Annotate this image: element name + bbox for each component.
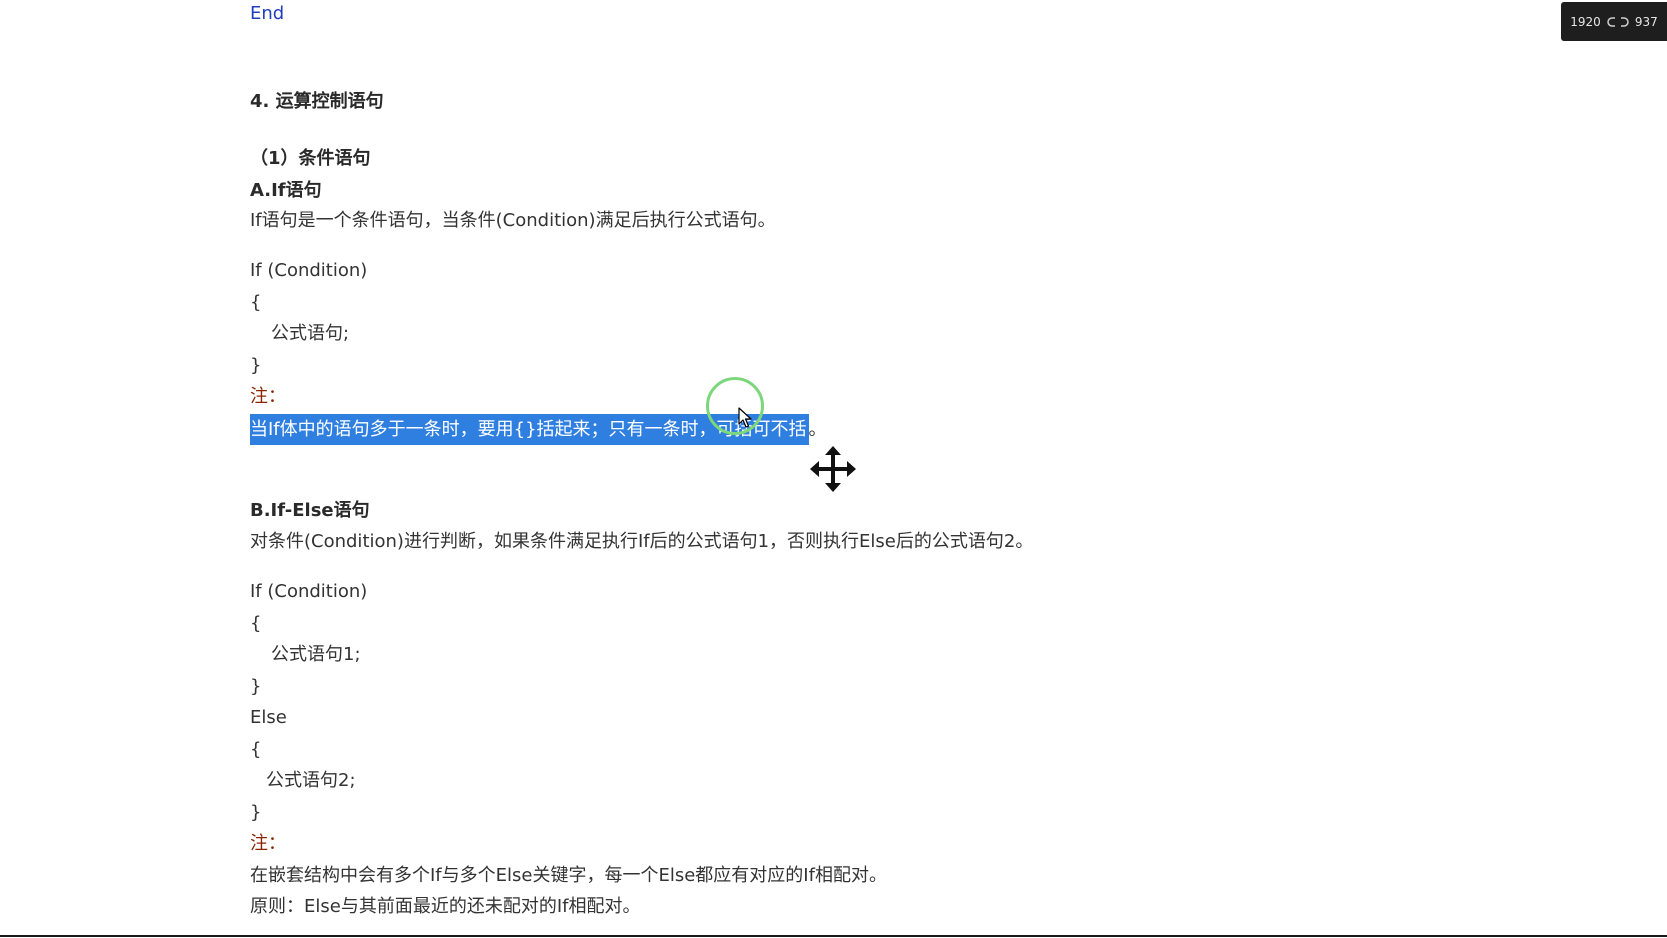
code-line: } bbox=[250, 676, 262, 697]
note-text: 在嵌套结构中会有多个If与多个Else关键字，每一个Else都应有对应的If相配… bbox=[250, 865, 887, 886]
cursor-highlight-ring bbox=[706, 377, 764, 435]
code-line: If (Condition) bbox=[250, 581, 368, 602]
code-line: If (Condition) bbox=[250, 260, 368, 281]
if-else-statement-description: 对条件(Condition)进行判断，如果条件满足执行If后的公式语句1，否则执… bbox=[250, 531, 1034, 552]
section-title: 4. 运算控制语句 bbox=[250, 91, 384, 112]
code-line: { bbox=[250, 613, 262, 634]
link-icon bbox=[1607, 16, 1629, 27]
note-label: 注： bbox=[250, 386, 286, 407]
if-else-statement-title: B.If-Else语句 bbox=[250, 500, 370, 521]
if-statement-description: If语句是一个条件语句，当条件(Condition)满足后执行公式语句。 bbox=[250, 210, 776, 231]
code-line: } bbox=[250, 355, 262, 376]
note-tail: 。 bbox=[808, 419, 827, 440]
note-label: 注： bbox=[250, 833, 286, 854]
code-line: 公式语句; bbox=[271, 323, 350, 344]
code-line: 公式语句1; bbox=[271, 644, 361, 665]
document-page: End 4. 运算控制语句 （1）条件语句 A.If语句 If语句是一个条件语句… bbox=[0, 0, 1667, 938]
arrow-pointer-icon bbox=[738, 407, 752, 428]
note-text: 原则：Else与其前面最近的还未配对的If相配对。 bbox=[250, 896, 641, 917]
end-keyword: End bbox=[250, 3, 285, 24]
height-value: 937 bbox=[1634, 14, 1658, 29]
width-value: 1920 bbox=[1570, 14, 1601, 29]
code-line: 公式语句2; bbox=[266, 770, 356, 791]
bottom-divider bbox=[0, 935, 1667, 937]
code-line: { bbox=[250, 739, 262, 760]
if-statement-title: A.If语句 bbox=[250, 180, 322, 201]
code-line: { bbox=[250, 292, 262, 313]
code-line: Else bbox=[250, 707, 287, 728]
move-arrows-icon bbox=[810, 446, 856, 492]
resolution-badge[interactable]: 1920 937 bbox=[1561, 2, 1667, 41]
code-line: } bbox=[250, 802, 262, 823]
subsection-title: （1）条件语句 bbox=[250, 148, 371, 169]
